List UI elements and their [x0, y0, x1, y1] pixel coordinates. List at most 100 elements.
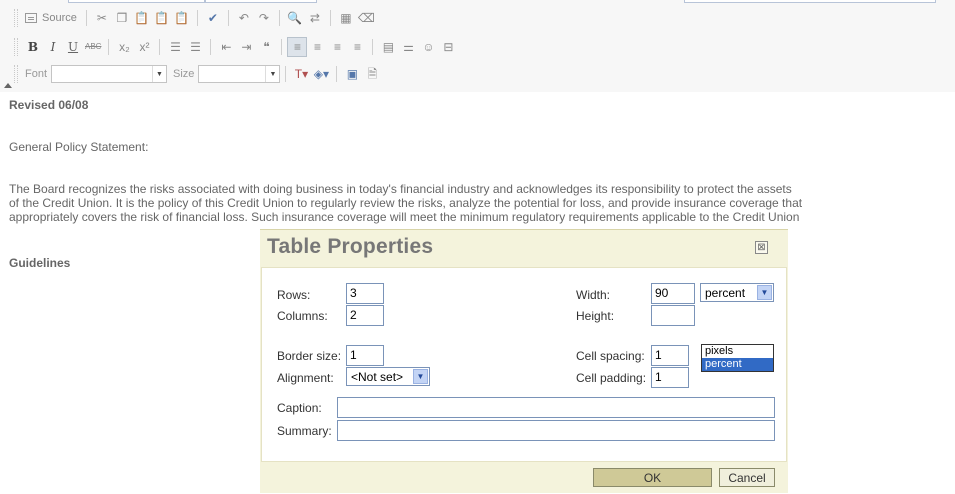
align-right-button[interactable]: ≡ — [327, 37, 347, 57]
smiley-button[interactable]: ☺ — [418, 37, 438, 57]
toolbar-separator — [227, 10, 229, 26]
caption-label: Caption: — [277, 401, 322, 415]
justify-button[interactable]: ≡ — [347, 37, 367, 57]
paste-text-icon: 📋 — [154, 11, 170, 25]
cell-padding-input[interactable]: 1 — [651, 367, 689, 388]
border-size-input[interactable]: 1 — [346, 345, 384, 366]
blockquote-icon: ❝ — [263, 40, 270, 54]
paste-word-button[interactable]: 📋 — [172, 8, 192, 28]
font-select[interactable]: ▼ — [51, 65, 168, 83]
copy-button[interactable]: ❐ — [112, 8, 132, 28]
smiley-icon: ☺ — [422, 40, 435, 54]
columns-label: Columns: — [277, 309, 328, 323]
maximize-button[interactable]: ▣ — [342, 64, 362, 84]
undo-button[interactable]: ↶ — [234, 8, 254, 28]
toolbar-separator — [159, 39, 161, 55]
superscript-icon: x² — [139, 40, 150, 54]
strike-button[interactable]: ABC — [83, 37, 103, 57]
paste-button[interactable]: 📋 — [132, 8, 152, 28]
toolbar-separator — [196, 10, 198, 26]
toolbar-separator — [329, 10, 331, 26]
source-icon — [25, 13, 37, 23]
chevron-down-icon: ▼ — [413, 369, 428, 384]
alignment-select[interactable]: <Not set> ▼ — [346, 367, 430, 386]
source-label: Source — [42, 12, 77, 24]
size-label: Size — [173, 68, 195, 80]
cut-button[interactable]: ✂ — [92, 8, 112, 28]
align-center-button[interactable]: ≡ — [307, 37, 327, 57]
summary-input[interactable] — [337, 420, 775, 441]
redo-icon: ↷ — [258, 11, 269, 25]
bold-button[interactable]: B — [23, 37, 43, 57]
width-unit-select[interactable]: percent ▼ — [700, 283, 774, 302]
height-input[interactable] — [651, 305, 695, 326]
paste-word-icon: 📋 — [174, 11, 190, 25]
width-unit-option-percent[interactable]: percent — [702, 358, 773, 371]
redo-button[interactable]: ↷ — [254, 8, 274, 28]
cell-spacing-input[interactable]: 1 — [651, 345, 689, 366]
select-all-icon: ▦ — [340, 11, 352, 25]
alignment-value: <Not set> — [351, 369, 404, 384]
source-button[interactable]: Source — [23, 8, 81, 28]
width-unit-option-pixels[interactable]: pixels — [702, 345, 773, 358]
dialog-title[interactable]: Table Properties — [267, 235, 433, 259]
background-color-button[interactable]: ◈▾ — [311, 64, 331, 84]
horizontal-rule-button[interactable]: ⚌ — [398, 37, 418, 57]
table-button[interactable]: ▤ — [378, 37, 398, 57]
columns-input[interactable]: 2 — [346, 305, 384, 326]
spellcheck-icon: ✔ — [207, 11, 218, 25]
superscript-button[interactable]: x² — [134, 37, 154, 57]
align-left-icon: ≡ — [293, 40, 301, 54]
underline-icon: U — [67, 40, 79, 54]
alignment-label: Alignment: — [277, 371, 334, 385]
text-color-button[interactable]: T▾ — [291, 64, 311, 84]
paste-text-button[interactable]: 📋 — [152, 8, 172, 28]
ordered-list-button[interactable]: ☰ — [165, 37, 185, 57]
width-input[interactable]: 90 — [651, 283, 695, 304]
remove-format-button[interactable]: ⌫ — [356, 8, 377, 28]
italic-button[interactable]: I — [43, 37, 63, 57]
guidelines-heading: Guidelines — [9, 256, 71, 270]
toolbar-separator — [281, 39, 283, 55]
paragraph-line: of the Credit Union. It is the policy of… — [9, 196, 803, 210]
collapse-toolbar-icon[interactable] — [4, 83, 12, 88]
toolbar-grip[interactable] — [14, 65, 18, 83]
justify-icon: ≡ — [353, 40, 361, 54]
toolbar-separator — [210, 39, 212, 55]
special-char-button[interactable]: ⊟ — [438, 37, 458, 57]
outdent-icon: ⇤ — [221, 40, 232, 54]
align-center-icon: ≡ — [313, 40, 321, 54]
rows-label: Rows: — [277, 288, 311, 302]
toolbar-grip[interactable] — [14, 9, 18, 27]
toolbar-grip[interactable] — [14, 38, 18, 56]
align-left-button[interactable]: ≡ — [287, 37, 308, 57]
bold-icon: B — [27, 40, 39, 54]
table-icon: ▤ — [382, 40, 395, 54]
size-select[interactable]: ▼ — [198, 65, 281, 83]
select-all-button[interactable]: ▦ — [336, 8, 356, 28]
ok-button[interactable]: OK — [593, 468, 712, 487]
maximize-icon: ▣ — [346, 67, 359, 81]
top-field-1 — [68, 0, 205, 3]
caption-input[interactable] — [337, 397, 775, 418]
subscript-button[interactable]: x₂ — [114, 37, 134, 57]
spellcheck-button[interactable]: ✔ — [203, 8, 223, 28]
preview-button[interactable]: 🗎 — [362, 64, 382, 84]
summary-label: Summary: — [277, 424, 332, 438]
toolbar-separator — [108, 39, 110, 55]
toolbar-separator — [85, 10, 87, 26]
top-field-2 — [205, 0, 317, 3]
find-button[interactable]: 🔍 — [285, 8, 305, 28]
blockquote-button[interactable]: ❝ — [256, 37, 276, 57]
underline-button[interactable]: U — [63, 37, 83, 57]
bulleted-list-button[interactable]: ☰ — [185, 37, 205, 57]
indent-button[interactable]: ⇥ — [236, 37, 256, 57]
close-icon[interactable]: ⊠ — [755, 241, 768, 254]
outdent-button[interactable]: ⇤ — [216, 37, 236, 57]
bulleted-list-icon: ☰ — [190, 40, 201, 54]
chevron-down-icon: ▼ — [152, 66, 166, 82]
replace-button[interactable]: ⇄ — [305, 8, 325, 28]
rows-input[interactable]: 3 — [346, 283, 384, 304]
indent-icon: ⇥ — [241, 40, 252, 54]
cancel-button[interactable]: Cancel — [719, 468, 775, 487]
